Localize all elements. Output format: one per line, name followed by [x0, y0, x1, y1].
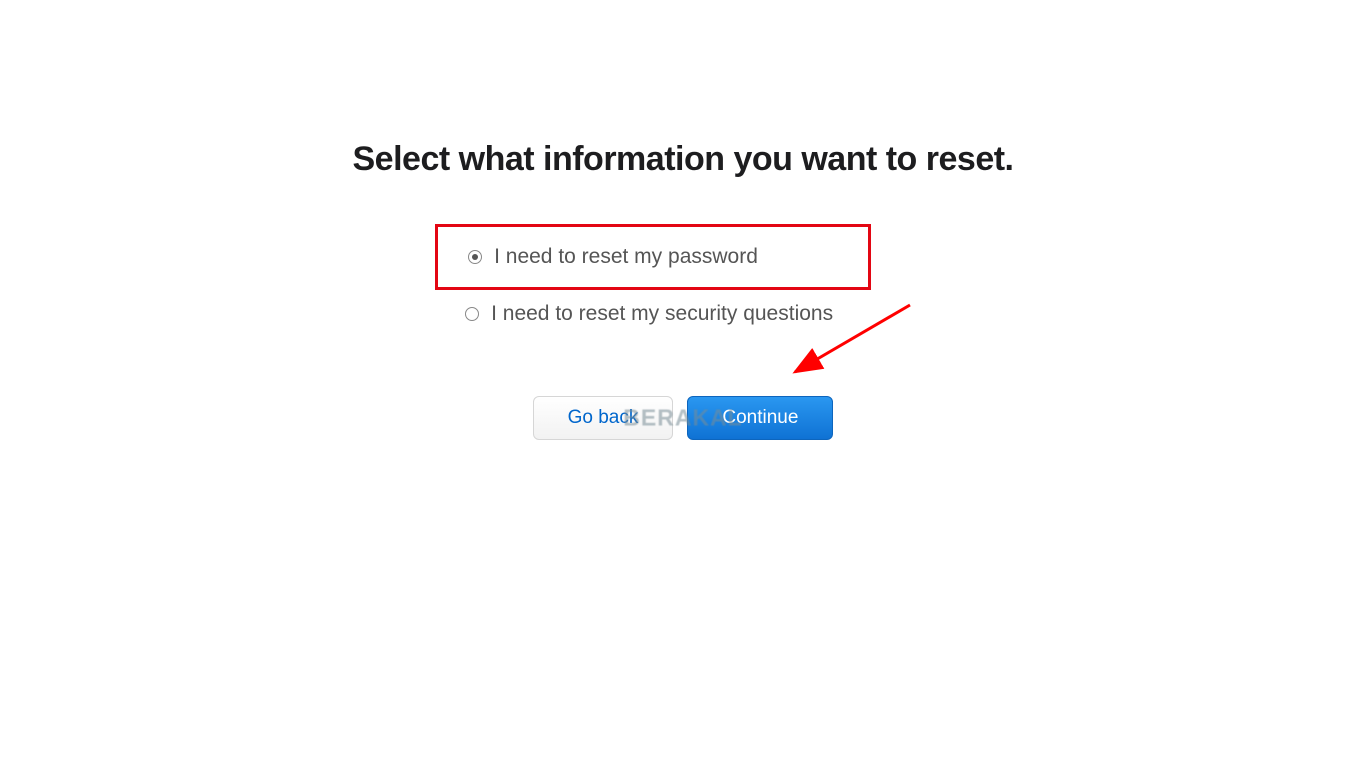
- options-group: I need to reset my password I need to re…: [465, 224, 901, 326]
- continue-button[interactable]: Continue: [687, 396, 833, 440]
- option-reset-security-questions[interactable]: I need to reset my security questions: [465, 294, 901, 326]
- option-security-label: I need to reset my security questions: [491, 302, 833, 326]
- radio-security-icon[interactable]: [465, 307, 479, 321]
- option-reset-password[interactable]: I need to reset my password: [468, 245, 758, 269]
- option-password-label: I need to reset my password: [494, 245, 758, 269]
- reset-selection-panel: Select what information you want to rese…: [0, 0, 1366, 440]
- radio-password-icon[interactable]: [468, 250, 482, 264]
- continue-button-label: Continue: [722, 407, 798, 428]
- page-title: Select what information you want to rese…: [0, 140, 1366, 179]
- go-back-button[interactable]: Go back: [533, 396, 674, 440]
- highlight-annotation: I need to reset my password: [435, 224, 871, 290]
- button-row: Go back Continue BERAKAL: [0, 396, 1366, 440]
